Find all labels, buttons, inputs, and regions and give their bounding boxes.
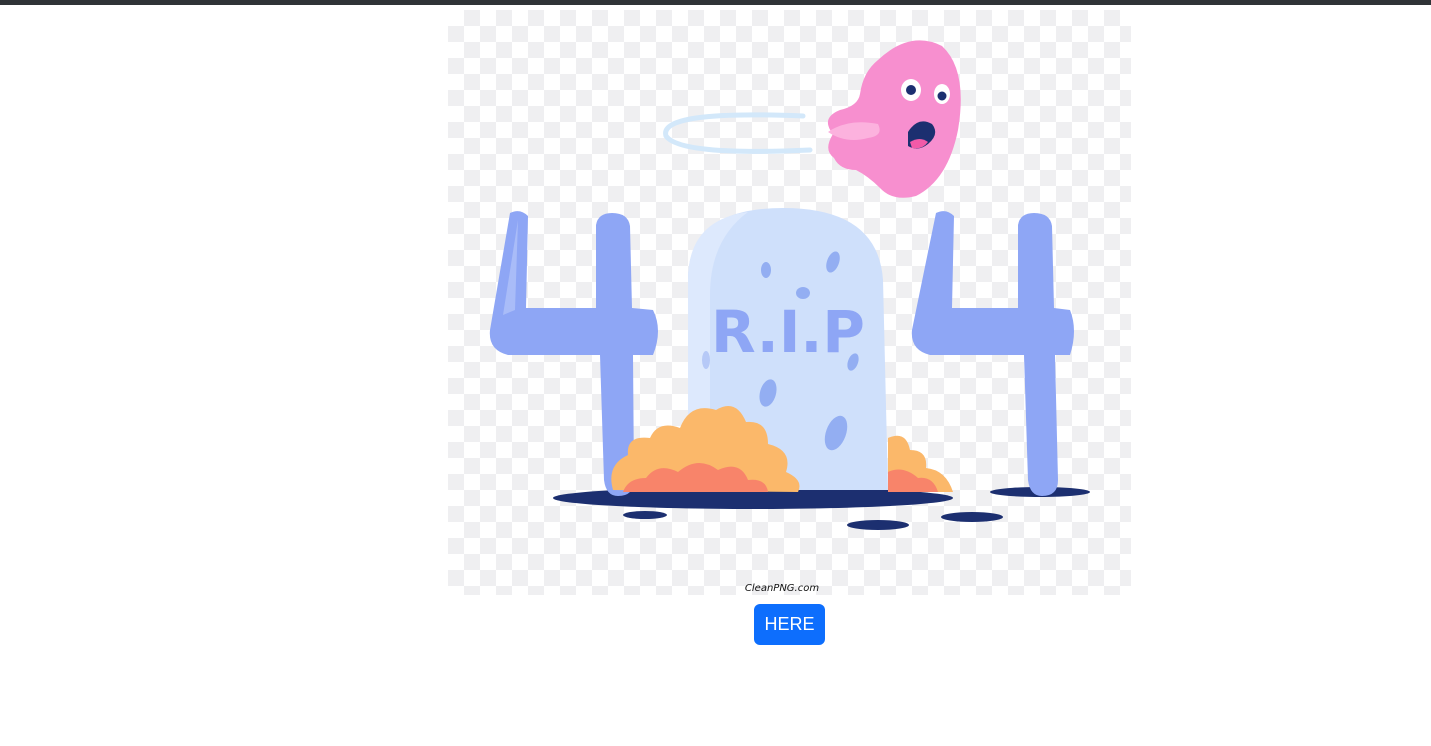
browser-top-bar [0, 0, 1431, 5]
bush-right [888, 435, 953, 492]
ground-puddle-small-mid [847, 520, 909, 530]
ghost-icon [827, 40, 961, 198]
watermark-text: CleanPNG.com [745, 583, 819, 594]
404-illustration: R.I.P CleanPNG.com [448, 10, 1131, 595]
ghost-motion-trail [663, 112, 813, 154]
ground-puddle-small-right [941, 512, 1003, 522]
tombstone-text: R.I.P [711, 298, 865, 366]
ground-puddle-small-left [623, 511, 667, 519]
digit-four-right [911, 211, 1074, 497]
here-button[interactable]: HERE [754, 604, 825, 645]
404-graphic: R.I.P CleanPNG.com [489, 40, 1090, 594]
